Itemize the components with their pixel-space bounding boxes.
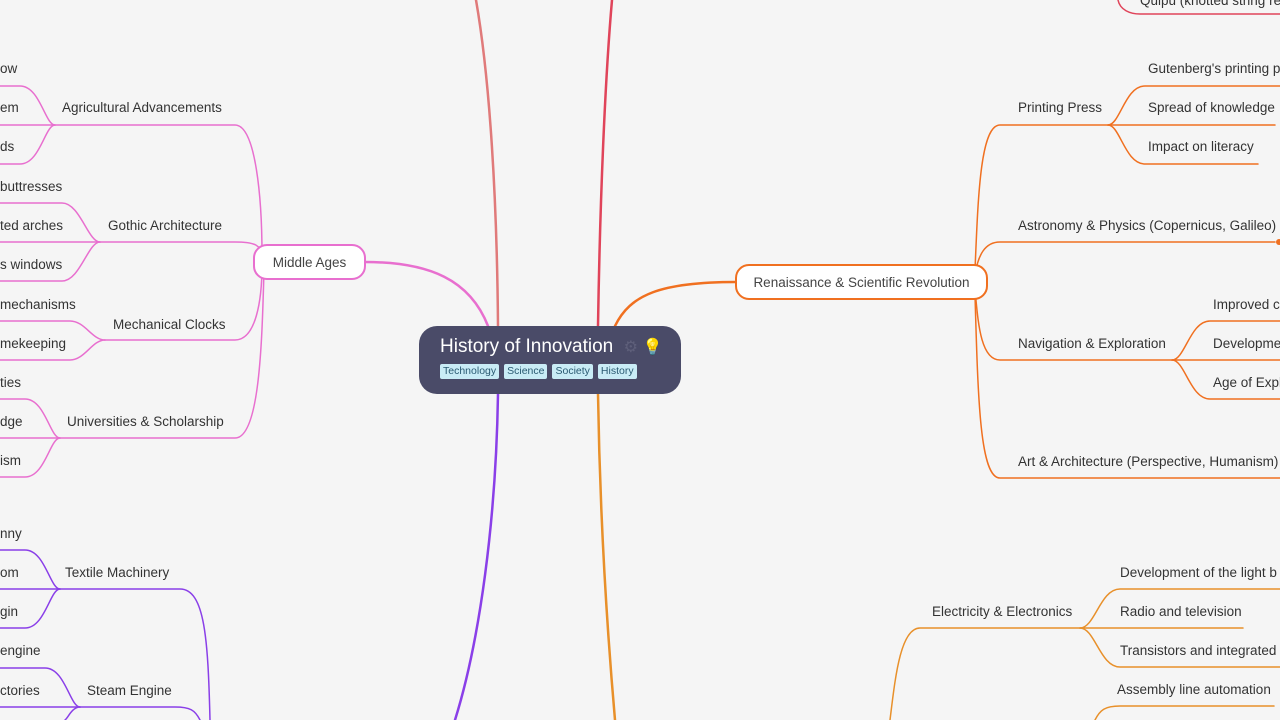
node-art-architecture[interactable]: Art & Architecture (Perspective, Humanis… [1018, 453, 1278, 471]
tag[interactable]: History [597, 364, 637, 379]
node-leaf[interactable]: ism [0, 452, 21, 470]
node-leaf[interactable]: ds [0, 138, 14, 156]
node-renaissance[interactable]: Renaissance & Scientific Revolution [735, 264, 988, 300]
node-astronomy-physics[interactable]: Astronomy & Physics (Copernicus, Galileo… [1018, 217, 1276, 235]
node-quipu[interactable]: Quipu (knotted string re [1140, 0, 1280, 10]
node-printing-press[interactable]: Printing Press [1018, 99, 1102, 117]
connector-industrial [453, 392, 500, 720]
node-leaf[interactable]: em [0, 99, 19, 117]
connector-ancient-right [596, 0, 614, 328]
root-node[interactable]: History of Innovation ⚙ 💡 Technology Sci… [419, 326, 681, 394]
node-universities-scholarship[interactable]: Universities & Scholarship [67, 413, 224, 431]
node-agricultural-advancements[interactable]: Agricultural Advancements [62, 99, 222, 117]
node-leaf[interactable]: s windows [0, 256, 62, 274]
tag-list: Technology Science Society History [440, 364, 681, 379]
node-middle-ages[interactable]: Middle Ages [253, 244, 366, 280]
node-leaf[interactable]: dge [0, 413, 23, 431]
tag[interactable]: Society [552, 364, 593, 379]
node-leaf[interactable]: Impact on literacy [1148, 138, 1254, 156]
tag[interactable]: Science [504, 364, 548, 379]
lightbulb-icon: 💡 [642, 339, 663, 356]
node-leaf[interactable]: Improved c [1213, 296, 1280, 314]
tag[interactable]: Technology [440, 364, 500, 379]
connector-modern [596, 392, 617, 720]
node-leaf[interactable]: ctories [0, 682, 40, 700]
node-leaf[interactable]: Gutenberg's printing p [1148, 60, 1280, 78]
node-leaf[interactable]: mekeeping [0, 335, 66, 353]
node-leaf[interactable]: gin [0, 603, 18, 621]
node-assembly-line-automation[interactable]: Assembly line automation [1117, 681, 1271, 699]
node-leaf[interactable]: om [0, 564, 19, 582]
node-leaf[interactable]: ow [0, 60, 17, 78]
connector-ancient-left [474, 0, 500, 328]
node-leaf[interactable]: ted arches [0, 217, 63, 235]
node-leaf[interactable]: ties [0, 374, 21, 392]
node-steam-engine[interactable]: Steam Engine [87, 682, 172, 700]
node-gothic-architecture[interactable]: Gothic Architecture [108, 217, 222, 235]
node-leaf[interactable]: Age of Explo [1213, 374, 1280, 392]
root-title: History of Innovation [440, 336, 614, 357]
gear-icon: ⚙ [623, 339, 638, 356]
node-leaf[interactable]: Radio and television [1120, 603, 1242, 621]
connector-renaissance [613, 280, 738, 328]
node-leaf[interactable]: buttresses [0, 178, 62, 196]
node-leaf[interactable]: Development of the light b [1120, 564, 1277, 582]
node-textile-machinery[interactable]: Textile Machinery [65, 564, 169, 582]
collapsed-branch-dot [1276, 239, 1280, 245]
node-leaf[interactable]: mechanisms [0, 296, 76, 314]
node-label: Renaissance & Scientific Revolution [753, 274, 970, 290]
node-label: Middle Ages [272, 254, 347, 270]
node-leaf[interactable]: Spread of knowledge [1148, 99, 1275, 117]
node-leaf[interactable]: nny [0, 525, 22, 543]
node-electricity-electronics[interactable]: Electricity & Electronics [932, 603, 1072, 621]
node-leaf[interactable]: engine [0, 642, 41, 660]
node-leaf[interactable]: Transistors and integrated c [1120, 642, 1280, 660]
node-leaf[interactable]: Developme [1213, 335, 1280, 353]
node-mechanical-clocks[interactable]: Mechanical Clocks [113, 316, 226, 334]
node-navigation-exploration[interactable]: Navigation & Exploration [1018, 335, 1166, 353]
connector-middle-ages [363, 260, 490, 328]
